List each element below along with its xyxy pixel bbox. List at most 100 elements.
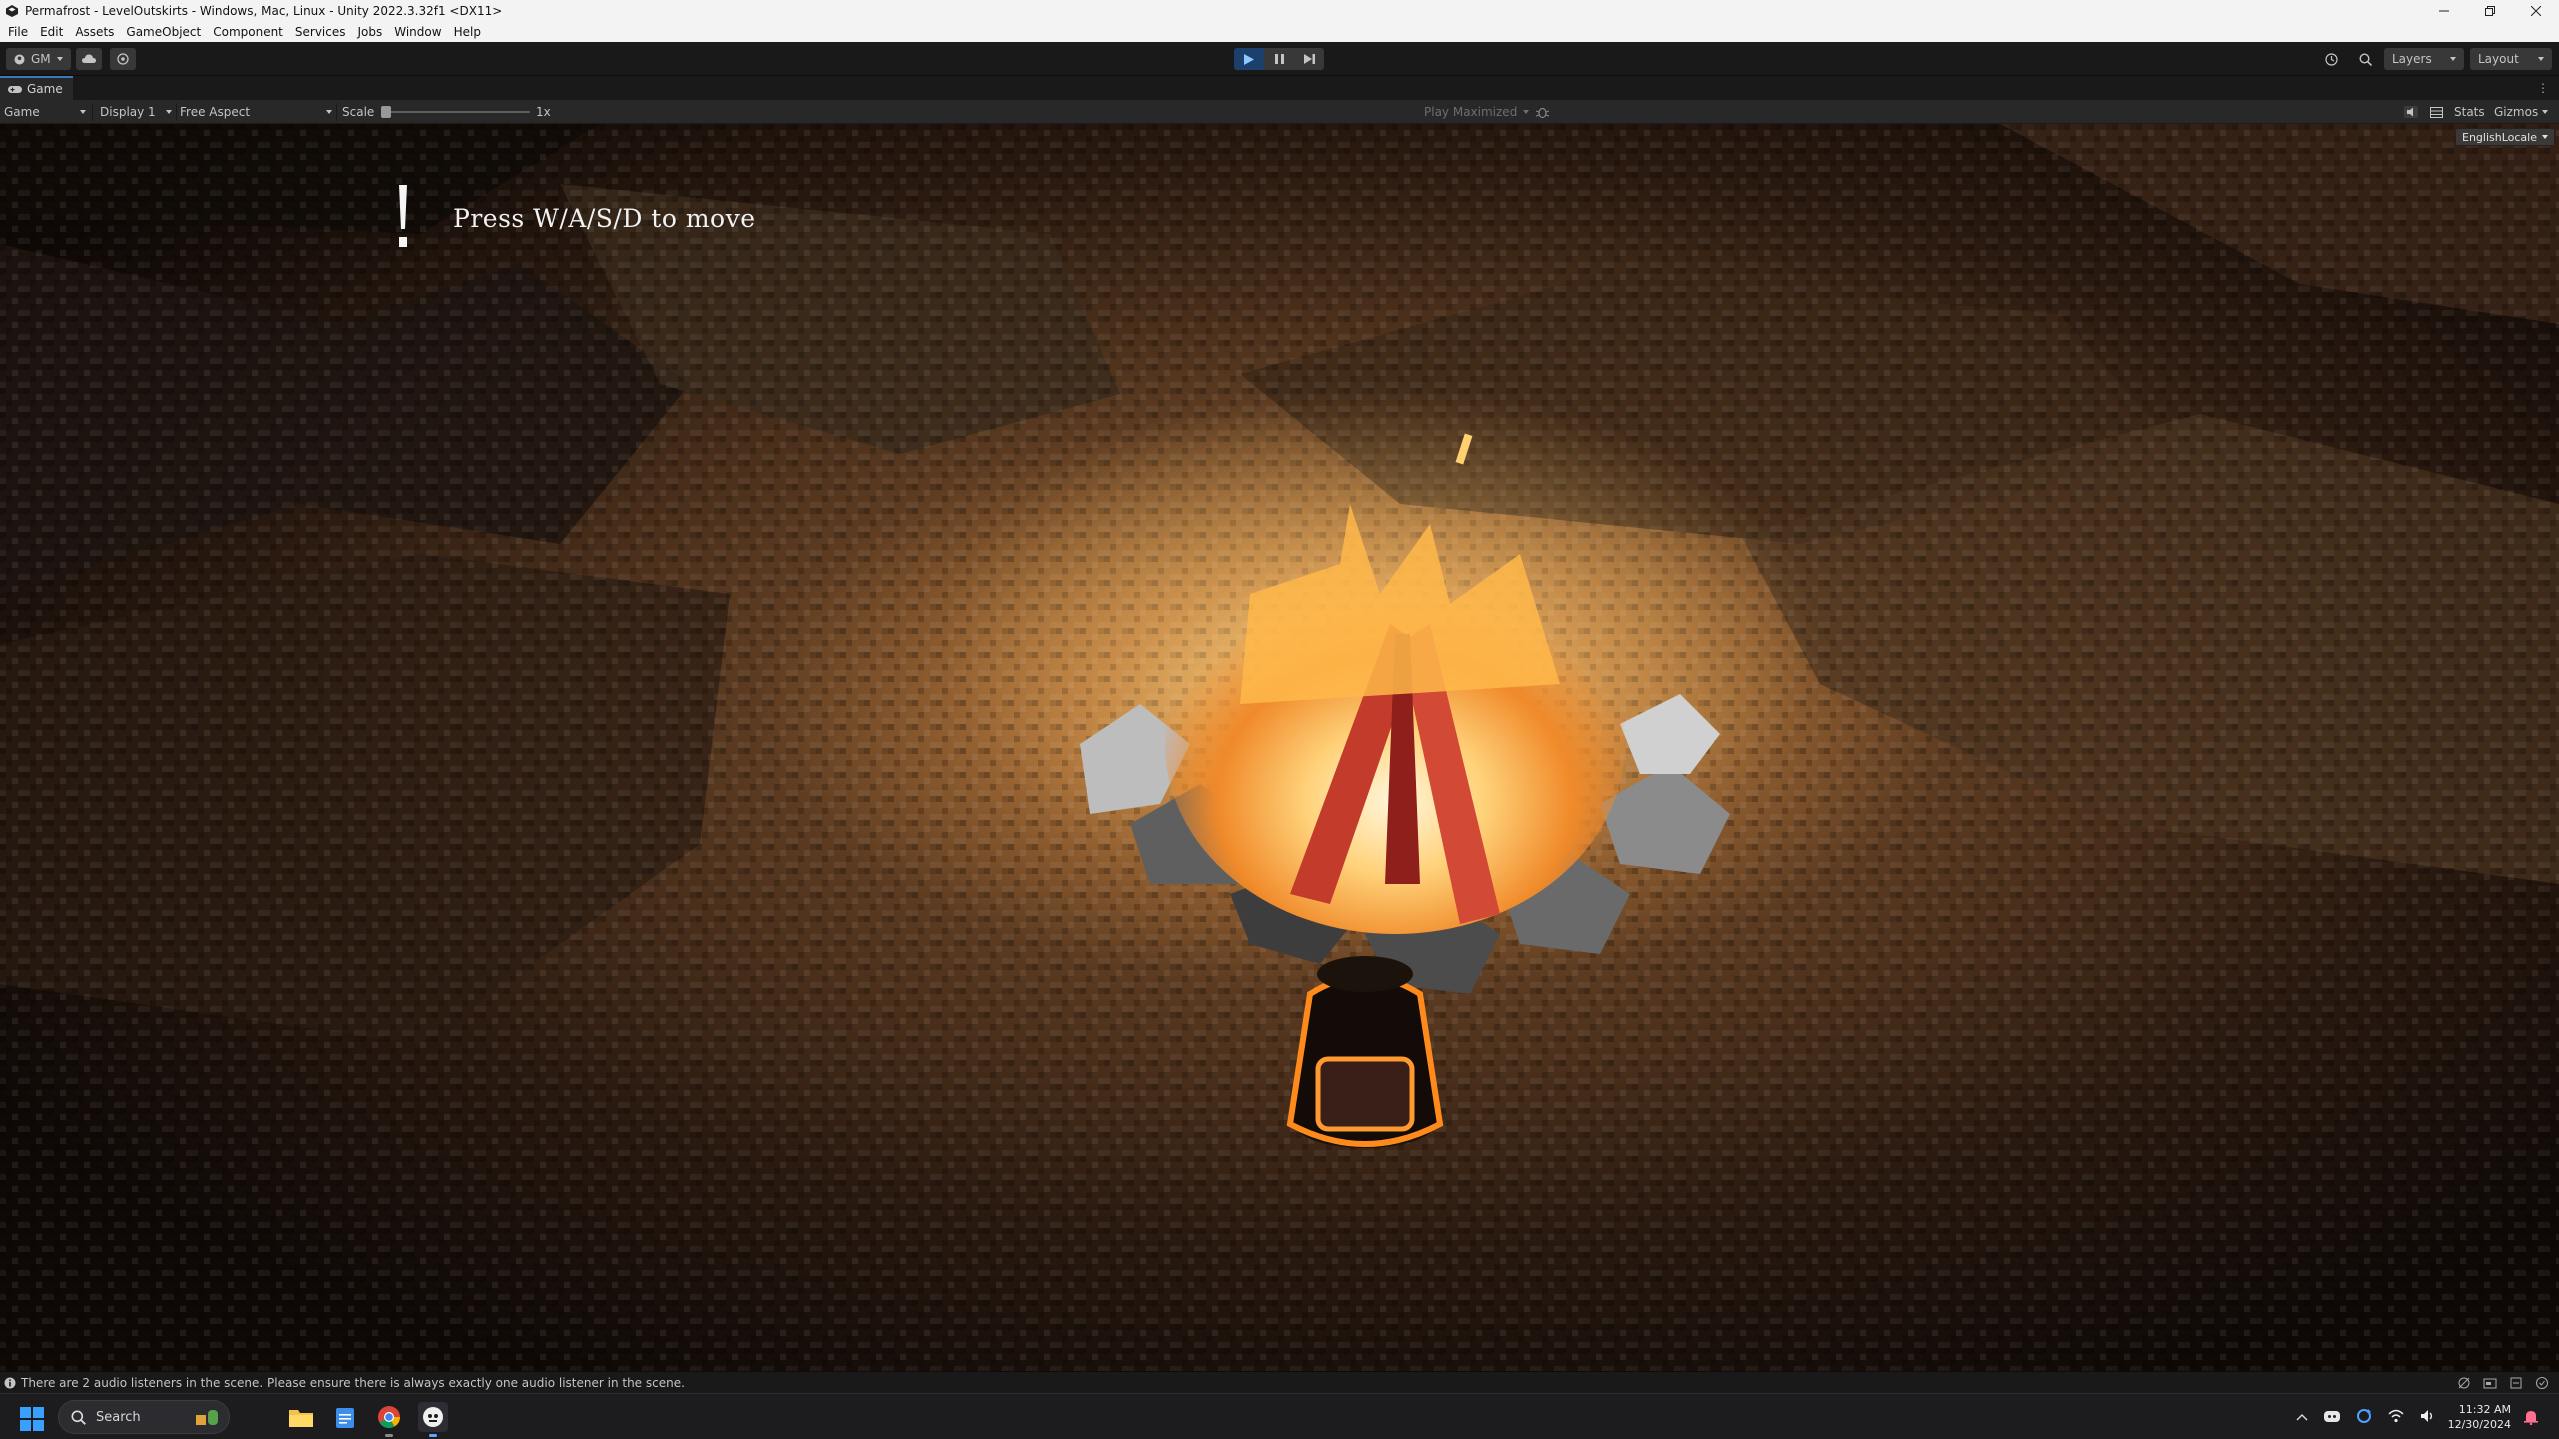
layout-dropdown[interactable]: Layout	[2470, 48, 2552, 70]
grid-icon	[2430, 106, 2443, 118]
taskbar-search[interactable]: Search	[58, 1400, 230, 1434]
bug-icon	[1536, 107, 1549, 118]
game-mode-dropdown[interactable]: Game	[4, 100, 86, 124]
unity-editor-window: Permafrost - LevelOutskirts - Windows, M…	[0, 0, 2559, 1439]
locale-dropdown[interactable]: EnglishLocale	[2455, 128, 2555, 146]
aspect-label: Free Aspect	[180, 105, 251, 119]
scale-label: Scale	[342, 105, 375, 119]
tab-game[interactable]: Game	[0, 76, 73, 100]
sync-icon[interactable]	[2356, 1408, 2372, 1427]
display-dropdown[interactable]: Display 1	[100, 100, 172, 124]
window-controls	[2421, 0, 2559, 22]
menu-jobs[interactable]: Jobs	[358, 25, 383, 39]
tab-menu-icon[interactable]: ⋮	[2537, 81, 2549, 95]
cache-icon[interactable]	[2509, 1376, 2523, 1390]
scale-value: 1x	[536, 105, 551, 119]
system-clock[interactable]: 11:32 AM 12/30/2024	[2448, 1402, 2511, 1432]
console-status-bar[interactable]: There are 2 audio listeners in the scene…	[0, 1371, 2559, 1393]
account-dropdown[interactable]: GM	[6, 48, 71, 70]
chevron-down-icon	[1523, 110, 1530, 114]
notepad-icon[interactable]	[330, 1402, 360, 1432]
movement-hint: Press W/A/S/D to move	[395, 185, 756, 251]
collab-icon	[117, 53, 129, 65]
search-button[interactable]	[2352, 48, 2378, 70]
scale-slider-track[interactable]	[384, 111, 530, 113]
audio-button[interactable]	[2404, 100, 2418, 124]
stats-button[interactable]: Stats	[2454, 100, 2485, 124]
chevron-up-icon[interactable]	[2296, 1410, 2308, 1424]
pause-button[interactable]	[1264, 48, 1294, 70]
network-icon[interactable]	[2388, 1409, 2404, 1426]
layers-dropdown[interactable]: Layers	[2384, 48, 2464, 70]
speaker-icon	[2404, 106, 2418, 118]
running-indicator	[385, 1434, 393, 1437]
chevron-down-icon	[326, 110, 332, 114]
exclamation-icon	[395, 185, 411, 251]
title-bar: Permafrost - LevelOutskirts - Windows, M…	[0, 0, 2559, 22]
hint-text: Press W/A/S/D to move	[453, 203, 756, 233]
menu-services[interactable]: Services	[295, 25, 346, 39]
status-icons	[2457, 1376, 2559, 1390]
windows-start-icon[interactable]	[20, 1407, 44, 1431]
windows-taskbar: Search 11:32 AM 12/30/2024	[0, 1393, 2559, 1439]
progress-icon[interactable]	[2483, 1376, 2497, 1390]
search-placeholder: Search	[96, 1409, 141, 1425]
pause-icon	[1274, 54, 1284, 64]
menu-component[interactable]: Component	[213, 25, 283, 39]
playmode-controls	[1234, 48, 1324, 70]
play-button[interactable]	[1234, 48, 1264, 70]
console-message: There are 2 audio listeners in the scene…	[21, 1375, 685, 1390]
play-maximized-label: Play Maximized	[1424, 105, 1518, 119]
volume-icon[interactable]	[2420, 1409, 2436, 1426]
chrome-icon[interactable]	[374, 1402, 404, 1437]
gamepad-icon	[8, 85, 22, 93]
notifications-button[interactable]	[2524, 1394, 2538, 1439]
menu-help[interactable]: Help	[454, 25, 481, 39]
close-icon[interactable]	[2513, 0, 2559, 22]
restore-icon[interactable]	[2467, 0, 2513, 22]
bell-icon	[2524, 1411, 2538, 1425]
search-highlight-icon	[196, 1410, 218, 1425]
menu-window[interactable]: Window	[394, 25, 441, 39]
info-icon	[4, 1377, 16, 1388]
divider	[176, 103, 177, 121]
minimize-icon[interactable]	[2421, 0, 2467, 22]
aspect-dropdown[interactable]: Free Aspect	[180, 100, 332, 124]
search-icon	[2358, 52, 2372, 66]
clock-date: 12/30/2024	[2447, 1418, 2511, 1431]
step-button[interactable]	[1294, 48, 1324, 70]
unity-icon[interactable]	[418, 1402, 448, 1437]
game-viewport[interactable]: EnglishLocale Press W/A/S/D to move	[0, 124, 2559, 1371]
chevron-down-icon	[2538, 57, 2544, 61]
chevron-down-icon	[2542, 135, 2548, 139]
cloud-button[interactable]	[76, 48, 102, 70]
system-tray	[2296, 1394, 2436, 1439]
step-icon	[1303, 54, 1315, 64]
account-label: GM	[31, 52, 51, 66]
history-icon	[2324, 52, 2338, 66]
layout-label: Layout	[2478, 52, 2519, 66]
search-icon	[71, 1410, 86, 1425]
debug-icon[interactable]	[2457, 1376, 2471, 1390]
chevron-down-icon	[56, 57, 63, 61]
scale-slider-knob[interactable]	[381, 106, 391, 118]
menu-file[interactable]: File	[8, 25, 28, 39]
gizmos-dropdown[interactable]: Gizmos	[2494, 100, 2549, 124]
collab-button[interactable]	[110, 48, 136, 70]
gizmos-label: Gizmos	[2494, 105, 2539, 119]
layout-toggle-button[interactable]	[2430, 100, 2443, 124]
menu-assets[interactable]: Assets	[75, 25, 114, 39]
menu-bar: File Edit Assets GameObject Component Se…	[0, 22, 2559, 42]
menu-gameobject[interactable]: GameObject	[126, 25, 201, 39]
check-icon[interactable]	[2535, 1376, 2549, 1390]
discord-icon[interactable]	[2324, 1409, 2340, 1426]
undo-history-button[interactable]	[2318, 48, 2344, 70]
campfire-scene	[0, 124, 2559, 1371]
play-maximized-dropdown[interactable]: Play Maximized	[1424, 100, 1530, 124]
tab-game-label: Game	[27, 82, 63, 96]
chevron-down-icon	[80, 110, 86, 114]
file-explorer-icon[interactable]	[286, 1402, 316, 1432]
menu-edit[interactable]: Edit	[40, 25, 63, 39]
mute-audio-button[interactable]	[1536, 100, 1549, 124]
divider	[92, 103, 93, 121]
